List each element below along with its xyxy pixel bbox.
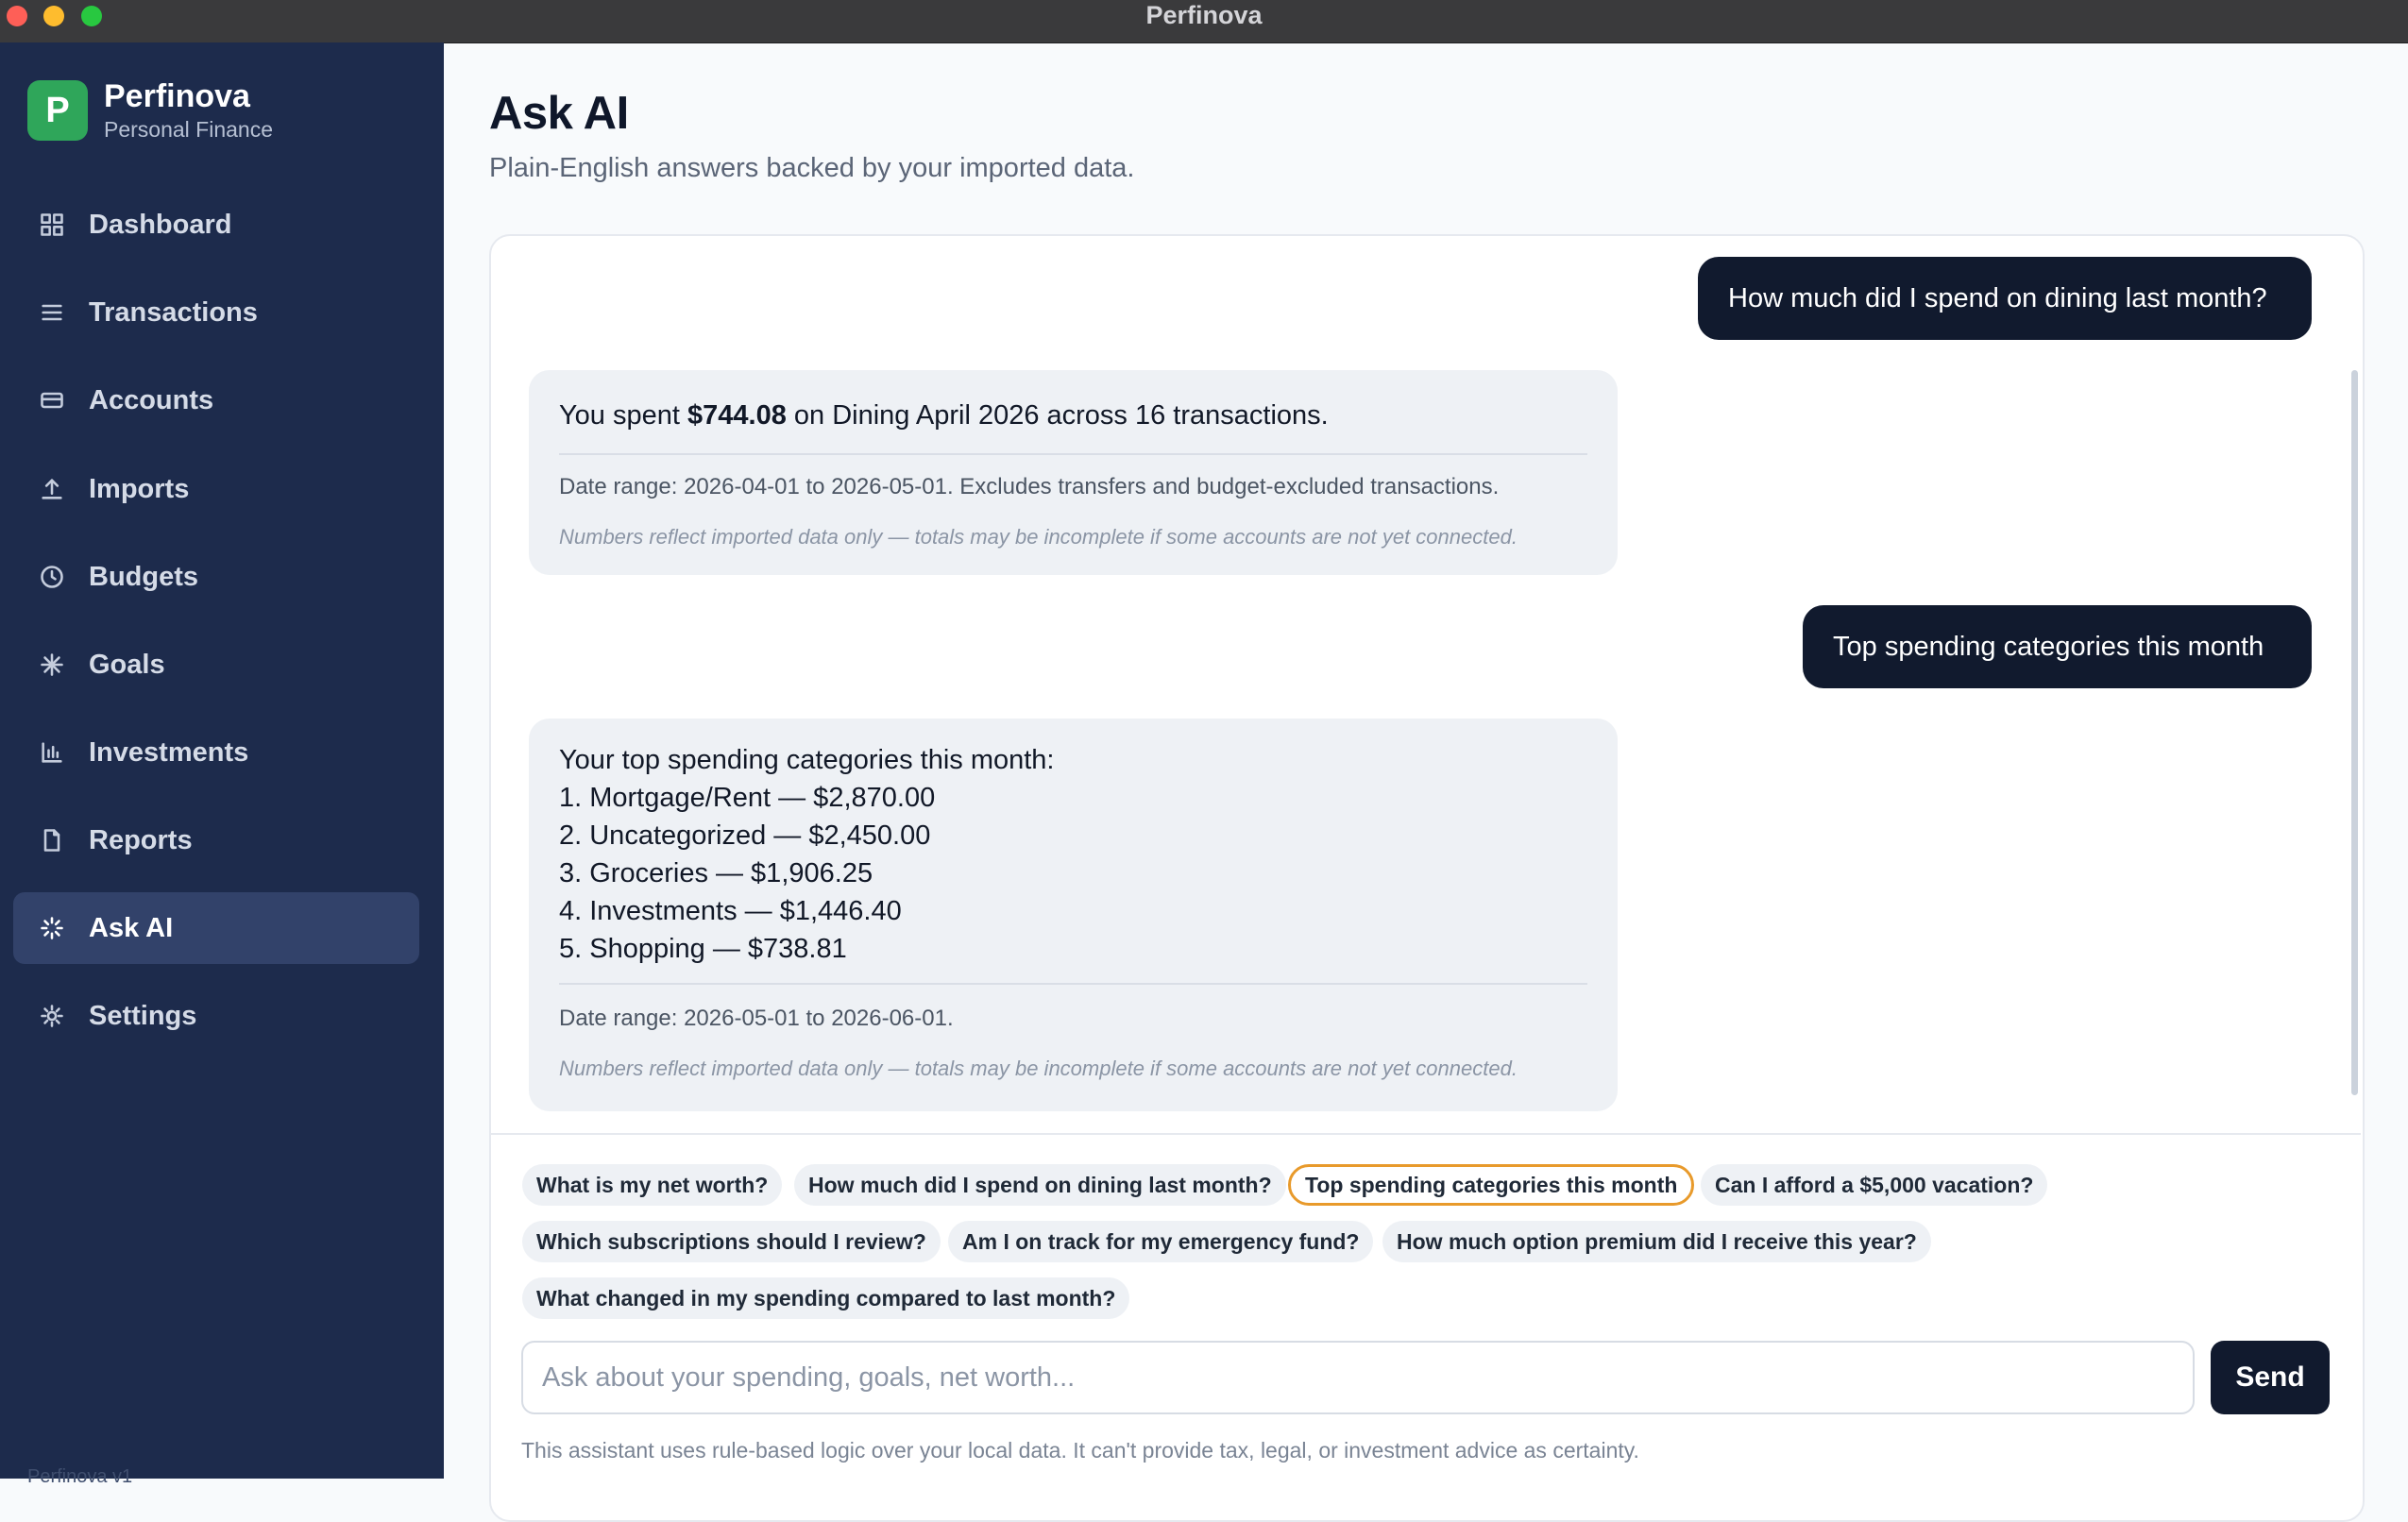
page-title: Ask AI	[489, 88, 629, 139]
suggestion-chip[interactable]: How much did I spend on dining last mont…	[794, 1164, 1286, 1206]
sidebar-item-reports[interactable]: Reports	[13, 804, 419, 876]
sidebar-item-ask-ai[interactable]: Ask AI	[13, 892, 419, 964]
sidebar-item-accounts[interactable]: Accounts	[13, 364, 419, 436]
brand-subtitle: Personal Finance	[104, 117, 273, 142]
sidebar-item-label: Reports	[89, 824, 193, 855]
upload-icon	[38, 475, 66, 503]
suggestion-chip[interactable]: What changed in my spending compared to …	[522, 1277, 1130, 1319]
list-item: 2. Uncategorized — $2,450.00	[559, 820, 931, 851]
list-icon	[38, 298, 66, 327]
user-message: Top spending categories this month	[1803, 605, 2312, 688]
card-icon	[38, 386, 66, 414]
suggestion-chip[interactable]: What is my net worth?	[522, 1164, 783, 1206]
sidebar-item-label: Transactions	[89, 296, 258, 328]
bar-chart-icon	[38, 738, 66, 767]
grid-icon	[38, 211, 66, 239]
divider	[559, 453, 1587, 455]
ask-input[interactable]	[521, 1341, 2195, 1414]
date-range: Date range: 2026-04-01 to 2026-05-01. Ex…	[559, 474, 1500, 499]
sidebar-item-label: Budgets	[89, 561, 198, 592]
suggestion-chip[interactable]: Which subscriptions should I review?	[522, 1221, 941, 1262]
app-version: Perfinova v1	[27, 1466, 133, 1487]
sidebar-item-dashboard[interactable]: Dashboard	[13, 189, 419, 261]
answer-amount: $744.08	[687, 400, 787, 431]
data-disclaimer-note: Numbers reflect imported data only — tot…	[559, 1057, 1518, 1080]
sidebar-item-goals[interactable]: Goals	[13, 629, 419, 701]
sidebar-item-label: Ask AI	[89, 912, 174, 943]
sparkle-icon	[38, 651, 66, 679]
sidebar: P Perfinova Personal Finance Dashboard T…	[0, 42, 444, 1487]
suggestion-chip[interactable]: Can I afford a $5,000 vacation?	[1701, 1164, 2048, 1206]
gear-icon	[38, 1002, 66, 1030]
assistant-disclaimer: This assistant uses rule-based logic ove…	[521, 1438, 1639, 1463]
assistant-answer: You spent $744.08 on Dining April 2026 a…	[559, 400, 1329, 431]
sidebar-item-label: Dashboard	[89, 209, 232, 240]
answer-intro: Your top spending categories this month:	[559, 745, 1055, 775]
sidebar-item-settings[interactable]: Settings	[13, 980, 419, 1052]
document-icon	[38, 826, 66, 854]
sidebar-item-label: Settings	[89, 1000, 197, 1031]
assistant-message: You spent $744.08 on Dining April 2026 a…	[529, 370, 1618, 575]
brand-name: Perfinova	[104, 78, 250, 114]
assistant-answer: Your top spending categories this month:…	[559, 719, 1587, 968]
list-item: 3. Groceries — $1,906.25	[559, 858, 873, 888]
date-range: Date range: 2026-05-01 to 2026-06-01.	[559, 1006, 954, 1031]
sidebar-item-label: Investments	[89, 736, 249, 768]
sidebar-item-investments[interactable]: Investments	[13, 717, 419, 788]
sidebar-item-transactions[interactable]: Transactions	[13, 277, 419, 348]
sidebar-item-label: Accounts	[89, 384, 214, 415]
send-button[interactable]: Send	[2211, 1341, 2330, 1414]
chat-scrollbar[interactable]	[2351, 370, 2358, 1095]
loader-icon	[38, 914, 66, 942]
sidebar-item-label: Imports	[89, 473, 190, 504]
list-item: 5. Shopping — $738.81	[559, 934, 847, 964]
divider	[559, 983, 1587, 985]
data-disclaimer-note: Numbers reflect imported data only — tot…	[559, 525, 1518, 549]
window-title: Perfinova	[1145, 1, 1263, 29]
composer-divider	[491, 1133, 2361, 1135]
suggestion-chip-selected[interactable]: Top spending categories this month	[1288, 1164, 1695, 1206]
clock-icon	[38, 563, 66, 591]
list-item: 4. Investments — $1,446.40	[559, 896, 902, 926]
suggestion-chip[interactable]: How much option premium did I receive th…	[1382, 1221, 1931, 1262]
sidebar-item-budgets[interactable]: Budgets	[13, 541, 419, 613]
sidebar-item-label: Goals	[89, 649, 165, 680]
sidebar-item-imports[interactable]: Imports	[13, 453, 419, 525]
app-logo: P	[27, 80, 88, 141]
assistant-message: Your top spending categories this month:…	[529, 719, 1618, 1111]
list-item: 1. Mortgage/Rent — $2,870.00	[559, 783, 936, 813]
page-subtitle: Plain-English answers backed by your imp…	[489, 153, 1135, 183]
user-message: How much did I spend on dining last mont…	[1698, 257, 2312, 340]
window-titlebar: Perfinova	[0, 0, 2408, 43]
suggestion-chip[interactable]: Am I on track for my emergency fund?	[948, 1221, 1374, 1262]
